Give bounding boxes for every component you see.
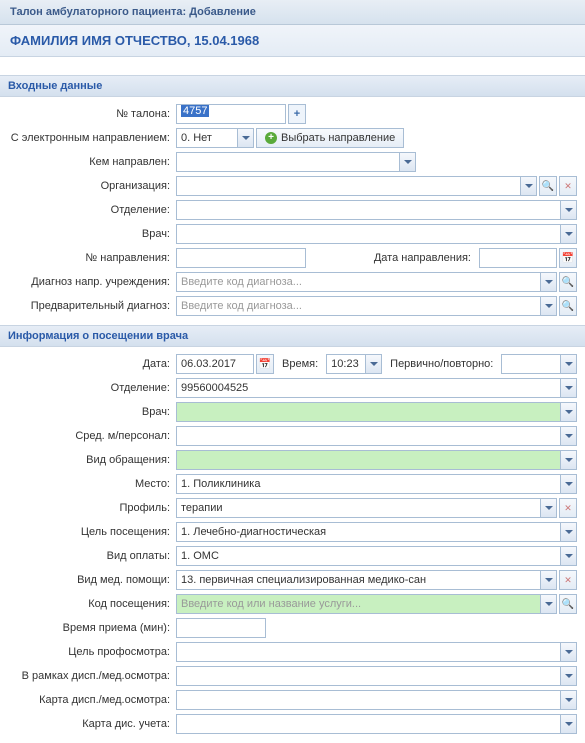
disp-card-label: Карта дисп./мед.осмотра:: [8, 694, 176, 706]
reception-time-label: Время приема (мин):: [8, 622, 176, 634]
direction-date-cal-button[interactable]: [559, 248, 577, 268]
date-cal-button[interactable]: [256, 354, 274, 374]
talon-no-label: № талона:: [8, 108, 176, 120]
profile-select[interactable]: терапии: [176, 498, 557, 518]
disp-acct-card-select[interactable]: [176, 714, 577, 734]
section-input-data-body: № талона: 4757 + С электронным направлен…: [0, 97, 585, 325]
nurse-label: Сред. м/персонал:: [8, 430, 176, 442]
date-input[interactable]: [176, 354, 254, 374]
department-select[interactable]: [176, 200, 577, 220]
profsm-goal-label: Цель профосмотра:: [8, 646, 176, 658]
payment-select[interactable]: 1. ОМС: [176, 546, 577, 566]
clear-icon: [564, 180, 572, 192]
primary-label: Первично/повторно:: [384, 358, 499, 370]
disp-scope-select[interactable]: [176, 666, 577, 686]
diag-inst-label: Диагноз напр. учреждения:: [8, 276, 176, 288]
prelim-diag-select[interactable]: Введите код диагноза...: [176, 296, 557, 316]
visit-department-label: Отделение:: [8, 382, 176, 394]
add-talon-button[interactable]: +: [288, 104, 306, 124]
profile-label: Профиль:: [8, 502, 176, 514]
place-label: Место:: [8, 478, 176, 490]
direction-no-input[interactable]: [176, 248, 306, 268]
visit-type-label: Вид обращения:: [8, 454, 176, 466]
window-title: Талон амбулаторного пациента: Добавление: [0, 0, 585, 25]
disp-acct-card-label: Карта дис. учета:: [8, 718, 176, 730]
visit-code-select[interactable]: Введите код или название услуги...: [176, 594, 557, 614]
referred-by-select[interactable]: [176, 152, 416, 172]
patient-name: ФАМИЛИЯ ИМЯ ОТЧЕСТВО, 15.04.1968: [0, 25, 585, 57]
select-direction-button[interactable]: +Выбрать направление: [256, 128, 404, 148]
organization-label: Организация:: [8, 180, 176, 192]
med-help-clear-button[interactable]: [559, 570, 577, 590]
direction-date-label: Дата направления:: [368, 252, 477, 264]
section-visit-info-header: Информация о посещении врача: [0, 325, 585, 347]
section-input-data-header: Входные данные: [0, 75, 585, 97]
visit-code-search-button[interactable]: [559, 594, 577, 614]
organization-search-button[interactable]: [539, 176, 557, 196]
clear-icon: [564, 574, 572, 586]
visit-goal-label: Цель посещения:: [8, 526, 176, 538]
payment-label: Вид оплаты:: [8, 550, 176, 562]
e-direction-select[interactable]: 0. Нет: [176, 128, 254, 148]
med-help-select[interactable]: 13. первичная специализированная медико-…: [176, 570, 557, 590]
profile-clear-button[interactable]: [559, 498, 577, 518]
time-select[interactable]: 10:23: [326, 354, 382, 374]
direction-date-input[interactable]: [479, 248, 557, 268]
visit-type-select[interactable]: [176, 450, 577, 470]
calendar-icon: [259, 358, 271, 370]
department-label: Отделение:: [8, 204, 176, 216]
visit-doctor-select[interactable]: [176, 402, 577, 422]
prelim-diag-search-button[interactable]: [559, 296, 577, 316]
date-label: Дата:: [8, 358, 176, 370]
diag-inst-search-button[interactable]: [559, 272, 577, 292]
reception-time-input[interactable]: [176, 618, 266, 638]
plus-icon: +: [265, 132, 277, 144]
talon-no-input[interactable]: 4757: [176, 104, 286, 124]
profsm-goal-select[interactable]: [176, 642, 577, 662]
referred-by-label: Кем направлен:: [8, 156, 176, 168]
doctor-label: Врач:: [8, 228, 176, 240]
med-help-label: Вид мед. помощи:: [8, 574, 176, 586]
time-label: Время:: [276, 358, 324, 370]
diag-inst-select[interactable]: Введите код диагноза...: [176, 272, 557, 292]
e-direction-label: С электронным направлением:: [8, 132, 176, 144]
prelim-diag-label: Предварительный диагноз:: [8, 300, 176, 312]
nurse-select[interactable]: [176, 426, 577, 446]
section-visit-info-body: Дата: Время: 10:23 Первично/повторно: От…: [0, 347, 585, 743]
search-icon: [562, 300, 574, 312]
clear-icon: [564, 502, 572, 514]
primary-select[interactable]: [501, 354, 577, 374]
visit-goal-select[interactable]: 1. Лечебно-диагностическая: [176, 522, 577, 542]
doctor-select[interactable]: [176, 224, 577, 244]
visit-department-select[interactable]: 99560004525: [176, 378, 577, 398]
organization-select[interactable]: [176, 176, 537, 196]
disp-card-select[interactable]: [176, 690, 577, 710]
direction-no-label: № направления:: [8, 252, 176, 264]
search-icon: [542, 180, 554, 192]
calendar-icon: [562, 252, 574, 264]
place-select[interactable]: 1. Поликлиника: [176, 474, 577, 494]
disp-scope-label: В рамках дисп./мед.осмотра:: [8, 670, 176, 682]
organization-clear-button[interactable]: [559, 176, 577, 196]
visit-doctor-label: Врач:: [8, 406, 176, 418]
search-icon: [562, 276, 574, 288]
